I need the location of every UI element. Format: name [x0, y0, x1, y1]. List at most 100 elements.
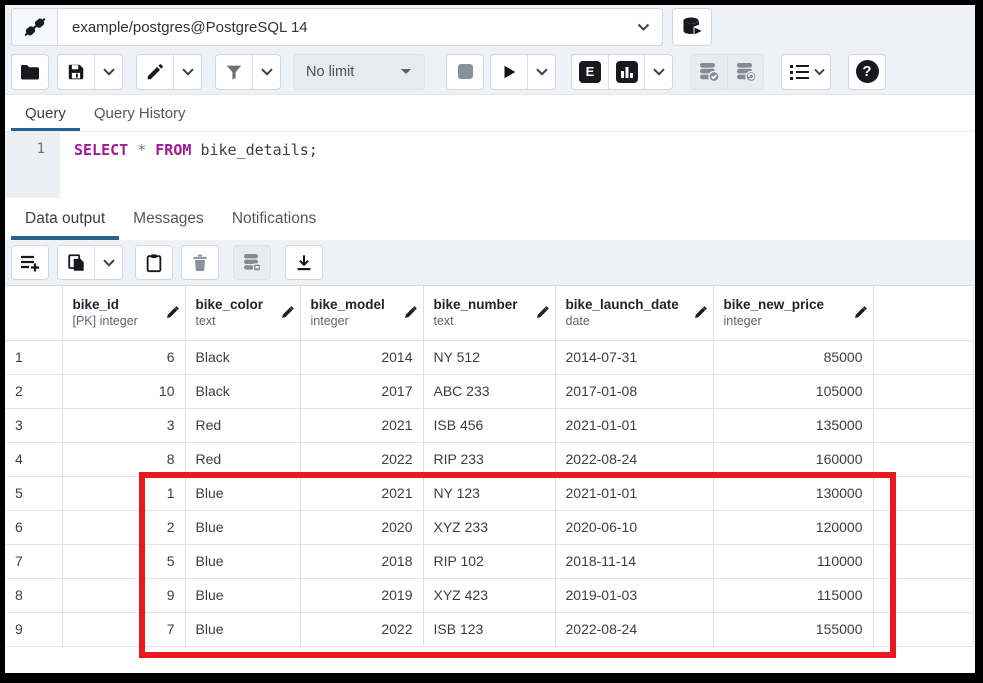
data-cell[interactable]: ABC 233 — [423, 374, 555, 408]
add-row-button[interactable] — [11, 245, 49, 280]
data-cell[interactable]: 2021 — [300, 476, 423, 510]
filter-options-chevron[interactable] — [252, 55, 280, 89]
data-cell[interactable]: 2019 — [300, 578, 423, 612]
data-cell[interactable]: NY 123 — [423, 476, 555, 510]
row-limit-select[interactable]: No limit — [293, 54, 425, 90]
copy-options-chevron[interactable] — [94, 246, 122, 279]
download-button[interactable] — [285, 245, 323, 280]
data-cell[interactable]: Blue — [185, 544, 300, 578]
data-cell[interactable]: 110000 — [713, 544, 873, 578]
data-cell[interactable]: Black — [185, 340, 300, 374]
data-cell[interactable]: RIP 233 — [423, 442, 555, 476]
commit-button[interactable] — [691, 55, 727, 89]
data-cell[interactable]: 2021 — [300, 408, 423, 442]
row-number-cell[interactable]: 5 — [5, 476, 62, 510]
edit-options-chevron[interactable] — [173, 55, 201, 89]
data-cell[interactable]: 105000 — [713, 374, 873, 408]
data-cell[interactable]: 2020-06-10 — [555, 510, 713, 544]
save-button[interactable] — [58, 55, 94, 89]
data-cell[interactable]: 2022 — [300, 612, 423, 646]
row-number-cell[interactable]: 9 — [5, 612, 62, 646]
explain-options-chevron[interactable] — [644, 55, 672, 89]
connection-dropdown[interactable]: example/postgres@PostgreSQL 14 — [11, 8, 663, 46]
tab-data-output[interactable]: Data output — [11, 198, 119, 240]
paste-button[interactable] — [135, 245, 173, 280]
column-header-bike-new-price[interactable]: bike_new_priceinteger — [713, 286, 873, 340]
row-number-cell[interactable]: 1 — [5, 340, 62, 374]
data-cell[interactable]: 2022 — [300, 442, 423, 476]
data-cell[interactable]: Red — [185, 442, 300, 476]
tab-messages[interactable]: Messages — [119, 198, 218, 240]
column-header-bike-model[interactable]: bike_modelinteger — [300, 286, 423, 340]
data-cell[interactable]: 135000 — [713, 408, 873, 442]
data-cell[interactable]: Red — [185, 408, 300, 442]
data-cell[interactable]: ISB 123 — [423, 612, 555, 646]
row-number-cell[interactable]: 6 — [5, 510, 62, 544]
data-cell[interactable]: 2014-07-31 — [555, 340, 713, 374]
data-cell[interactable]: XYZ 423 — [423, 578, 555, 612]
data-cell[interactable]: 2022-08-24 — [555, 442, 713, 476]
row-number-cell[interactable]: 2 — [5, 374, 62, 408]
data-cell[interactable]: 115000 — [713, 578, 873, 612]
save-data-button[interactable] — [233, 245, 271, 280]
data-cell[interactable]: 2020 — [300, 510, 423, 544]
data-cell[interactable]: 8 — [62, 442, 185, 476]
macros-button[interactable] — [781, 54, 831, 90]
data-cell[interactable]: 130000 — [713, 476, 873, 510]
column-header-bike-launch-date[interactable]: bike_launch_datedate — [555, 286, 713, 340]
data-cell[interactable]: 120000 — [713, 510, 873, 544]
macros-segment[interactable] — [782, 55, 830, 89]
explain-analyze-button[interactable] — [608, 55, 644, 89]
connection-status-cell[interactable] — [12, 9, 58, 45]
edit-column-pencil-icon[interactable] — [166, 306, 179, 319]
data-cell[interactable]: 2 — [62, 510, 185, 544]
row-number-cell[interactable]: 8 — [5, 578, 62, 612]
edit-column-pencil-icon[interactable] — [694, 306, 707, 319]
row-number-cell[interactable]: 3 — [5, 408, 62, 442]
data-cell[interactable]: Blue — [185, 510, 300, 544]
copy-button[interactable] — [58, 246, 94, 279]
data-cell[interactable]: RIP 102 — [423, 544, 555, 578]
data-cell[interactable]: 2022-08-24 — [555, 612, 713, 646]
data-cell[interactable]: 160000 — [713, 442, 873, 476]
save-options-chevron[interactable] — [94, 55, 122, 89]
data-cell[interactable]: 9 — [62, 578, 185, 612]
edit-column-pencil-icon[interactable] — [536, 306, 549, 319]
data-cell[interactable]: 2019-01-03 — [555, 578, 713, 612]
new-connection-button[interactable] — [672, 8, 712, 46]
data-cell[interactable]: 2017-01-08 — [555, 374, 713, 408]
edit-column-pencil-icon[interactable] — [854, 306, 867, 319]
data-cell[interactable]: 1 — [62, 476, 185, 510]
data-cell[interactable]: 155000 — [713, 612, 873, 646]
column-header-bike-number[interactable]: bike_numbertext — [423, 286, 555, 340]
data-cell[interactable]: 2021-01-01 — [555, 408, 713, 442]
data-cell[interactable]: ISB 456 — [423, 408, 555, 442]
data-cell[interactable]: 85000 — [713, 340, 873, 374]
data-cell[interactable]: 6 — [62, 340, 185, 374]
row-number-cell[interactable]: 4 — [5, 442, 62, 476]
tab-query[interactable]: Query — [11, 95, 80, 131]
sql-line-code[interactable]: SELECT * FROM bike_details; — [60, 132, 318, 198]
data-cell[interactable]: 2021-01-01 — [555, 476, 713, 510]
tab-notifications[interactable]: Notifications — [218, 198, 330, 240]
filter-button[interactable] — [216, 55, 252, 89]
data-cell[interactable]: 2018-11-14 — [555, 544, 713, 578]
tab-query-history[interactable]: Query History — [80, 95, 200, 131]
row-number-cell[interactable]: 7 — [5, 544, 62, 578]
rollback-button[interactable] — [727, 55, 763, 89]
data-cell[interactable]: Blue — [185, 612, 300, 646]
explain-button[interactable]: E — [572, 55, 608, 89]
data-cell[interactable]: Black — [185, 374, 300, 408]
open-file-button[interactable] — [11, 54, 49, 90]
execute-options-chevron[interactable] — [527, 55, 555, 89]
data-cell[interactable]: 10 — [62, 374, 185, 408]
data-cell[interactable]: 3 — [62, 408, 185, 442]
edit-button[interactable] — [137, 55, 173, 89]
column-header-bike-color[interactable]: bike_colortext — [185, 286, 300, 340]
sql-editor[interactable]: 1 SELECT * FROM bike_details; — [5, 132, 975, 198]
data-cell[interactable]: 2018 — [300, 544, 423, 578]
execute-button[interactable] — [491, 55, 527, 89]
data-cell[interactable]: XYZ 233 — [423, 510, 555, 544]
help-button[interactable]: ? — [848, 54, 886, 90]
data-cell[interactable]: 2017 — [300, 374, 423, 408]
